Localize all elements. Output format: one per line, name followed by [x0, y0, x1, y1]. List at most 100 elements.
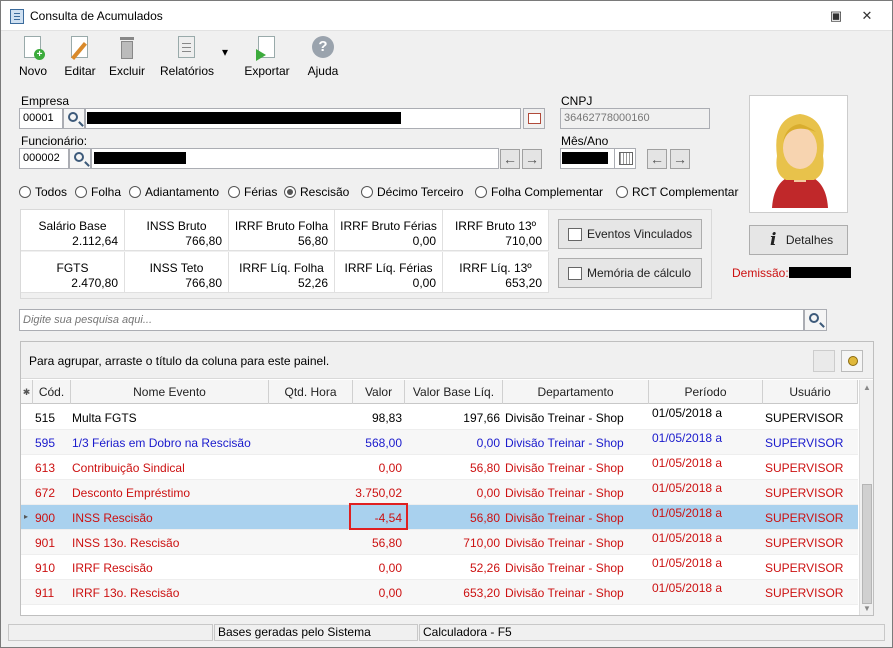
vertical-scrollbar[interactable]: ▲ ▼: [859, 380, 873, 615]
collapse-groups-icon[interactable]: [813, 350, 835, 372]
cell-nome: Desconto Empréstimo: [72, 486, 191, 500]
excluir-button[interactable]: Excluir: [107, 35, 147, 78]
cell-depto: Divisão Treinar - Shop: [505, 511, 624, 525]
filter-radio-2[interactable]: Adiantamento: [129, 185, 219, 199]
cell-base: 0,00: [476, 436, 500, 450]
title-bar: Consulta de Acumulados ▣ ✕: [1, 1, 892, 31]
filter-radio-7[interactable]: RCT Complementar: [616, 185, 738, 199]
prev-month-button[interactable]: ←: [647, 149, 667, 169]
report-icon: [175, 35, 199, 61]
eventos-vinculados-button[interactable]: Eventos Vinculados: [558, 219, 702, 249]
scroll-down-icon[interactable]: ▼: [863, 604, 871, 613]
empresa-code-input[interactable]: 00001: [19, 108, 63, 129]
filter-radio-3[interactable]: Férias: [228, 185, 277, 199]
cell-periodo: 01/05/2018 a: [652, 506, 723, 520]
group-panel[interactable]: Para agrupar, arraste o título da coluna…: [21, 342, 873, 379]
cell-cod: 595: [35, 436, 56, 450]
scroll-up-icon[interactable]: ▲: [863, 383, 871, 392]
detalhes-button[interactable]: i Detalhes: [749, 225, 848, 255]
cell-periodo: 01/05/2018 a: [652, 581, 723, 595]
column-header[interactable]: Qtd. Hora: [269, 380, 353, 404]
table-row[interactable]: 901 INSS 13o. Rescisão 56,80 710,00 Divisão …: [21, 530, 858, 555]
cell-cod: 911: [35, 586, 55, 600]
next-month-button[interactable]: →: [670, 149, 690, 169]
column-header[interactable]: Cód.: [33, 380, 71, 404]
cell-usuario: SUPERVISOR: [765, 411, 844, 425]
filter-radio-4[interactable]: Rescisão: [284, 185, 349, 199]
filter-label: Décimo Terceiro: [377, 185, 464, 199]
funcionario-search-button[interactable]: [69, 148, 91, 169]
column-header[interactable]: Nome Evento: [71, 380, 269, 404]
radio-circle-icon: [228, 186, 240, 198]
table-icon: [528, 113, 541, 124]
prev-funcionario-button[interactable]: ←: [500, 149, 520, 169]
table-row[interactable]: 672 Desconto Empréstimo 3.750,02 0,00 Divisã…: [21, 480, 858, 505]
editar-button[interactable]: Editar: [61, 35, 99, 78]
summary-fgts: FGTS 2.470,80: [21, 252, 125, 293]
table-row[interactable]: 900 INSS Rescisão -4,54 56,80 Divisão Treina…: [21, 505, 858, 530]
column-header[interactable]: Valor Base Líq.: [405, 380, 503, 404]
cell-usuario: SUPERVISOR: [765, 461, 844, 475]
calendar-button[interactable]: [614, 148, 636, 169]
radio-circle-icon: [75, 186, 87, 198]
cell-depto: Divisão Treinar - Shop: [505, 436, 624, 450]
empresa-search-button[interactable]: [63, 108, 85, 129]
relatorios-dropdown-icon[interactable]: ▾: [219, 45, 231, 59]
trash-icon: [115, 35, 139, 61]
column-selector-icon[interactable]: ✱: [21, 380, 33, 404]
cell-usuario: SUPERVISOR: [765, 486, 844, 500]
next-funcionario-button[interactable]: →: [522, 149, 542, 169]
cell-periodo: 01/05/2018 a: [652, 406, 723, 420]
search-input[interactable]: [19, 309, 804, 331]
expand-groups-icon[interactable]: [841, 350, 863, 372]
filter-radio-6[interactable]: Folha Complementar: [475, 185, 603, 199]
column-header[interactable]: Valor: [353, 380, 405, 404]
restore-icon[interactable]: ▣: [823, 5, 849, 27]
radio-circle-icon: [616, 186, 628, 198]
cell-base: 0,00: [476, 486, 500, 500]
exportar-button[interactable]: Exportar: [243, 35, 291, 78]
cell-cod: 672: [35, 486, 56, 500]
close-icon[interactable]: ✕: [854, 5, 880, 27]
summary-inss-bruto: INSS Bruto 766,80: [125, 210, 229, 251]
funcionario-label: Funcionário:: [21, 134, 88, 148]
redacted-funcionario-name: [94, 152, 186, 164]
table-row[interactable]: 515 Multa FGTS 98,83 197,66 Divisão Treinar …: [21, 405, 858, 430]
relatorios-button[interactable]: Relatórios: [158, 35, 216, 78]
demissao-label: Demissão:: [732, 266, 789, 280]
empresa-table-button[interactable]: [523, 108, 545, 129]
table-row[interactable]: 911 IRRF 13o. Rescisão 0,00 653,20 Divisão T…: [21, 580, 858, 605]
female-avatar-icon: [772, 114, 828, 208]
table-row[interactable]: 595 1/3 Férias em Dobro na Rescisão 568,00…: [21, 430, 858, 455]
cell-cod: 613: [35, 461, 56, 475]
redacted-empresa-name: [87, 112, 401, 124]
search-icon: [74, 152, 84, 162]
search-button[interactable]: [804, 309, 827, 331]
search-icon: [809, 313, 819, 323]
cell-depto: Divisão Treinar - Shop: [505, 586, 624, 600]
cell-nome: INSS 13o. Rescisão: [72, 536, 180, 550]
status-panel-2: Bases geradas pelo Sistema: [214, 624, 418, 641]
cell-cod: 910: [35, 561, 56, 575]
column-header[interactable]: Departamento: [503, 380, 649, 404]
table-row[interactable]: 613 Contribuição Sindical 0,00 56,80 Divisão…: [21, 455, 858, 480]
novo-button[interactable]: + Novo: [16, 35, 50, 78]
filter-radio-1[interactable]: Folha: [75, 185, 121, 199]
memoria-calculo-button[interactable]: Memória de cálculo: [558, 258, 702, 288]
summary-irrf-bruto-folha: IRRF Bruto Folha 56,80: [229, 210, 335, 251]
list-icon: [568, 228, 582, 241]
table-row[interactable]: 910 IRRF Rescisão 0,00 52,26 Divisão Treinar…: [21, 555, 858, 580]
funcionario-code-input[interactable]: 000002: [19, 148, 69, 169]
column-header[interactable]: Usuário: [763, 380, 858, 404]
events-grid: Para agrupar, arraste o título da coluna…: [20, 341, 874, 616]
cell-depto: Divisão Treinar - Shop: [505, 461, 624, 475]
ajuda-button[interactable]: ? Ajuda: [304, 35, 342, 78]
filter-radio-0[interactable]: Todos: [19, 185, 67, 199]
column-header[interactable]: Período: [649, 380, 763, 404]
search-icon: [68, 112, 78, 122]
status-panel-1: [8, 624, 213, 641]
scrollbar-thumb[interactable]: [862, 484, 872, 604]
mesano-label: Mês/Ano: [561, 134, 609, 148]
cell-usuario: SUPERVISOR: [765, 536, 844, 550]
filter-radio-5[interactable]: Décimo Terceiro: [361, 185, 463, 199]
